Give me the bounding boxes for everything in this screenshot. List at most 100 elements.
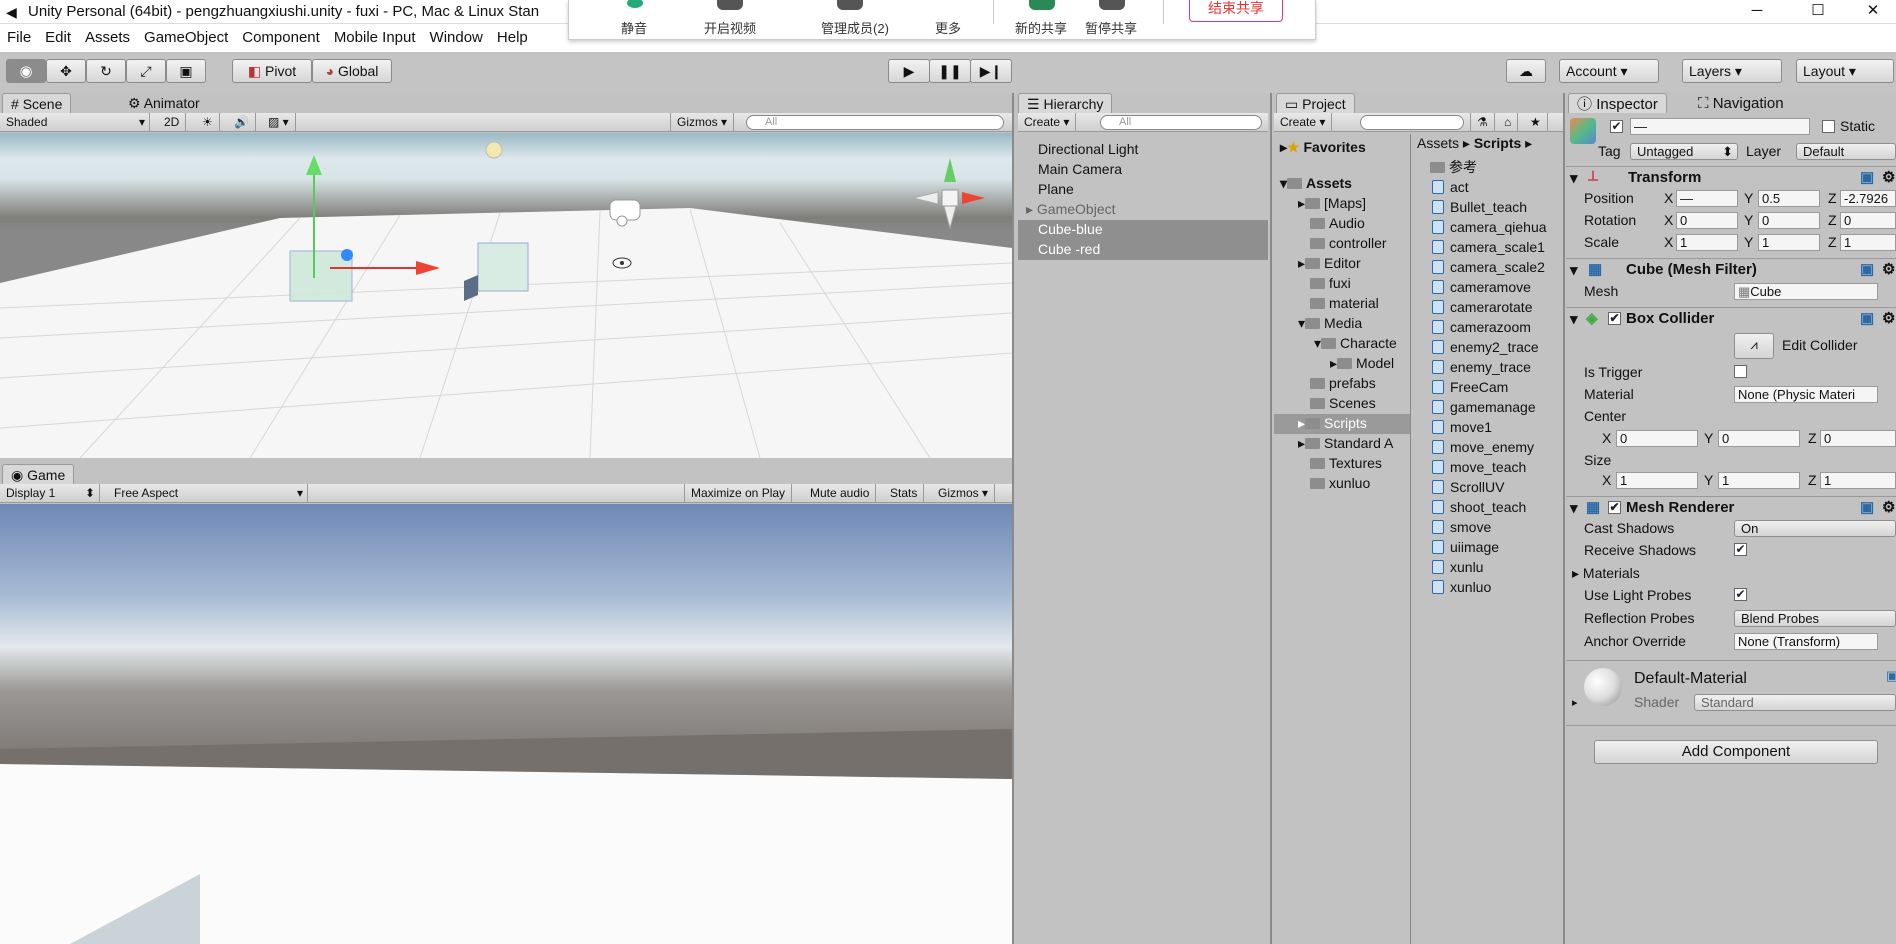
help-book-icon[interactable]: ▣ — [1860, 260, 1874, 278]
menu-window[interactable]: Window — [423, 24, 490, 46]
global-toggle[interactable]: ◕ Global — [312, 59, 392, 83]
script-file[interactable]: camerazoom — [1432, 318, 1531, 338]
light-probes-checkbox[interactable]: ✔ — [1734, 588, 1747, 601]
gear-icon[interactable]: ⚙ — [1882, 498, 1895, 516]
tab-game[interactable]: ◉ Game — [2, 464, 75, 484]
position-x-field[interactable]: — — [1676, 190, 1738, 207]
mute-audio-toggle[interactable]: Mute audio — [804, 484, 877, 502]
layers-dropdown[interactable]: Layers ▾ — [1682, 59, 1782, 83]
folder-item[interactable]: 参考 — [1430, 158, 1477, 178]
position-z-field[interactable]: -2.7926 — [1840, 190, 1896, 207]
tab-navigation[interactable]: ⛶ Navigation — [1690, 93, 1792, 113]
script-file[interactable]: enemy2_trace — [1432, 338, 1539, 358]
scale-y-field[interactable]: 1 — [1758, 234, 1820, 251]
center-z-field[interactable]: 0 — [1820, 430, 1896, 447]
script-file[interactable]: move_enemy — [1432, 438, 1534, 458]
folder-item[interactable]: ▾ Characte — [1314, 334, 1397, 354]
folder-item[interactable]: xunluo — [1310, 474, 1370, 494]
hierarchy-create-dropdown[interactable]: Create ▾ — [1018, 113, 1077, 131]
menu-component[interactable]: Component — [235, 24, 327, 46]
collider-material-field[interactable]: None (Physic Materi — [1734, 386, 1878, 403]
layout-dropdown[interactable]: Layout ▾ — [1796, 59, 1894, 83]
favorites-item[interactable]: ▸★ Favorites — [1280, 138, 1366, 158]
close-button[interactable]: ✕ — [1850, 0, 1896, 24]
folder-item[interactable]: Audio — [1310, 214, 1365, 234]
rotate-tool-button[interactable]: ↻ — [86, 59, 126, 83]
script-file[interactable]: camera_scale1 — [1432, 238, 1545, 258]
transform-header[interactable]: ▾ ⟂ Transform ▣ ⚙ — [1566, 166, 1896, 188]
cloud-button[interactable]: ☁ — [1506, 59, 1546, 83]
folder-item[interactable]: ▸ Standard A — [1298, 434, 1393, 454]
center-x-field[interactable]: 0 — [1616, 430, 1698, 447]
help-book-icon[interactable]: ▣ — [1886, 668, 1896, 684]
help-book-icon[interactable]: ▣ — [1860, 309, 1874, 327]
folder-item[interactable]: material — [1310, 294, 1379, 314]
view-tool-button[interactable]: ◉ — [6, 59, 46, 83]
scale-x-field[interactable]: 1 — [1676, 234, 1738, 251]
scale-tool-button[interactable]: ⤢ — [126, 59, 166, 83]
script-file[interactable]: smove — [1432, 518, 1491, 538]
tab-scene[interactable]: # Scene — [2, 93, 72, 113]
folder-item[interactable]: ▾ Media — [1298, 314, 1362, 334]
rect-tool-button[interactable]: ▣ — [166, 59, 206, 83]
audio-toggle[interactable]: 🔊 — [228, 113, 256, 131]
game-gizmos-dropdown[interactable]: Gizmos ▾ — [932, 484, 996, 502]
pause-button[interactable]: ❚❚ — [929, 59, 971, 83]
display-dropdown[interactable]: Display 1 ⬍ — [0, 484, 100, 502]
tab-hierarchy[interactable]: ☰ Hierarchy — [1018, 93, 1113, 113]
folder-item[interactable]: prefabs — [1310, 374, 1376, 394]
script-file[interactable]: xunluo — [1432, 578, 1491, 598]
stats-toggle[interactable]: Stats — [884, 484, 925, 502]
hierarchy-item[interactable]: Main Camera — [1038, 160, 1122, 180]
step-button[interactable]: ▶❙ — [970, 59, 1012, 83]
hierarchy-item-selected[interactable]: Cube-blue — [1018, 220, 1268, 240]
object-name-field[interactable]: — — [1630, 118, 1810, 135]
script-file[interactable]: xunlu — [1432, 558, 1483, 578]
move-tool-button[interactable]: ✥ — [46, 59, 86, 83]
pause-share-button[interactable]: 暂停共享 — [1066, 18, 1156, 37]
help-book-icon[interactable]: ▣ — [1860, 168, 1874, 186]
static-checkbox[interactable] — [1822, 120, 1835, 133]
mode-2d-button[interactable]: 2D — [158, 113, 187, 131]
menu-edit[interactable]: Edit — [38, 24, 78, 46]
expand-arrow-icon[interactable]: ▸ — [1572, 696, 1578, 709]
mesh-renderer-enabled-checkbox[interactable]: ✔ — [1608, 501, 1621, 514]
tab-project[interactable]: ▭ Project — [1276, 93, 1355, 113]
script-file[interactable]: camerarotate — [1432, 298, 1532, 318]
scene-gizmos-dropdown[interactable]: Gizmos ▾ — [670, 113, 735, 131]
favorite-button[interactable]: ★ — [1524, 113, 1548, 131]
breadcrumb-scripts[interactable]: Scripts — [1474, 135, 1521, 151]
aspect-dropdown[interactable]: Free Aspect ▾ — [108, 484, 308, 502]
breadcrumb-assets[interactable]: Assets — [1417, 135, 1459, 151]
folder-item[interactable]: controller — [1310, 234, 1387, 254]
mesh-filter-header[interactable]: ▾ ▦ Cube (Mesh Filter) ▣ ⚙ — [1566, 258, 1896, 280]
rotation-y-field[interactable]: 0 — [1758, 212, 1820, 229]
script-file[interactable]: move_teach — [1432, 458, 1526, 478]
tab-animator[interactable]: ⚙ Animator — [120, 93, 208, 113]
menu-mobile-input[interactable]: Mobile Input — [327, 24, 423, 46]
add-component-button[interactable]: Add Component — [1594, 740, 1878, 764]
script-file[interactable]: uiimage — [1432, 538, 1499, 558]
maximize-on-play-toggle[interactable]: Maximize on Play — [684, 484, 793, 502]
size-z-field[interactable]: 1 — [1820, 472, 1896, 489]
folder-item[interactable]: fuxi — [1310, 274, 1351, 294]
maximize-button[interactable]: ☐ — [1795, 0, 1841, 24]
receive-shadows-checkbox[interactable]: ✔ — [1734, 543, 1747, 556]
hierarchy-item[interactable]: Directional Light — [1038, 140, 1138, 160]
mesh-renderer-header[interactable]: ▾ ▦ ✔ Mesh Renderer ▣ ⚙ — [1566, 496, 1896, 518]
anchor-override-field[interactable]: None (Transform) — [1734, 633, 1878, 650]
menu-file[interactable]: File — [0, 24, 38, 46]
script-file[interactable]: ScrollUV — [1432, 478, 1504, 498]
manage-members-button[interactable]: 管理成员(2) — [805, 18, 905, 37]
tag-dropdown[interactable]: Untagged ⬍ — [1630, 143, 1738, 160]
box-collider-enabled-checkbox[interactable]: ✔ — [1608, 312, 1621, 325]
hierarchy-item[interactable]: ▸ GameObject — [1026, 200, 1116, 220]
end-share-button[interactable]: 结束共享 — [1189, 0, 1283, 22]
center-y-field[interactable]: 0 — [1718, 430, 1800, 447]
active-checkbox[interactable]: ✔ — [1610, 120, 1623, 133]
edit-collider-button[interactable]: ⩘ — [1734, 333, 1774, 359]
script-file[interactable]: cameramove — [1432, 278, 1531, 298]
scene-view[interactable] — [0, 133, 1012, 458]
folder-item[interactable]: Textures — [1310, 454, 1382, 474]
project-create-dropdown[interactable]: Create ▾ — [1274, 113, 1333, 131]
